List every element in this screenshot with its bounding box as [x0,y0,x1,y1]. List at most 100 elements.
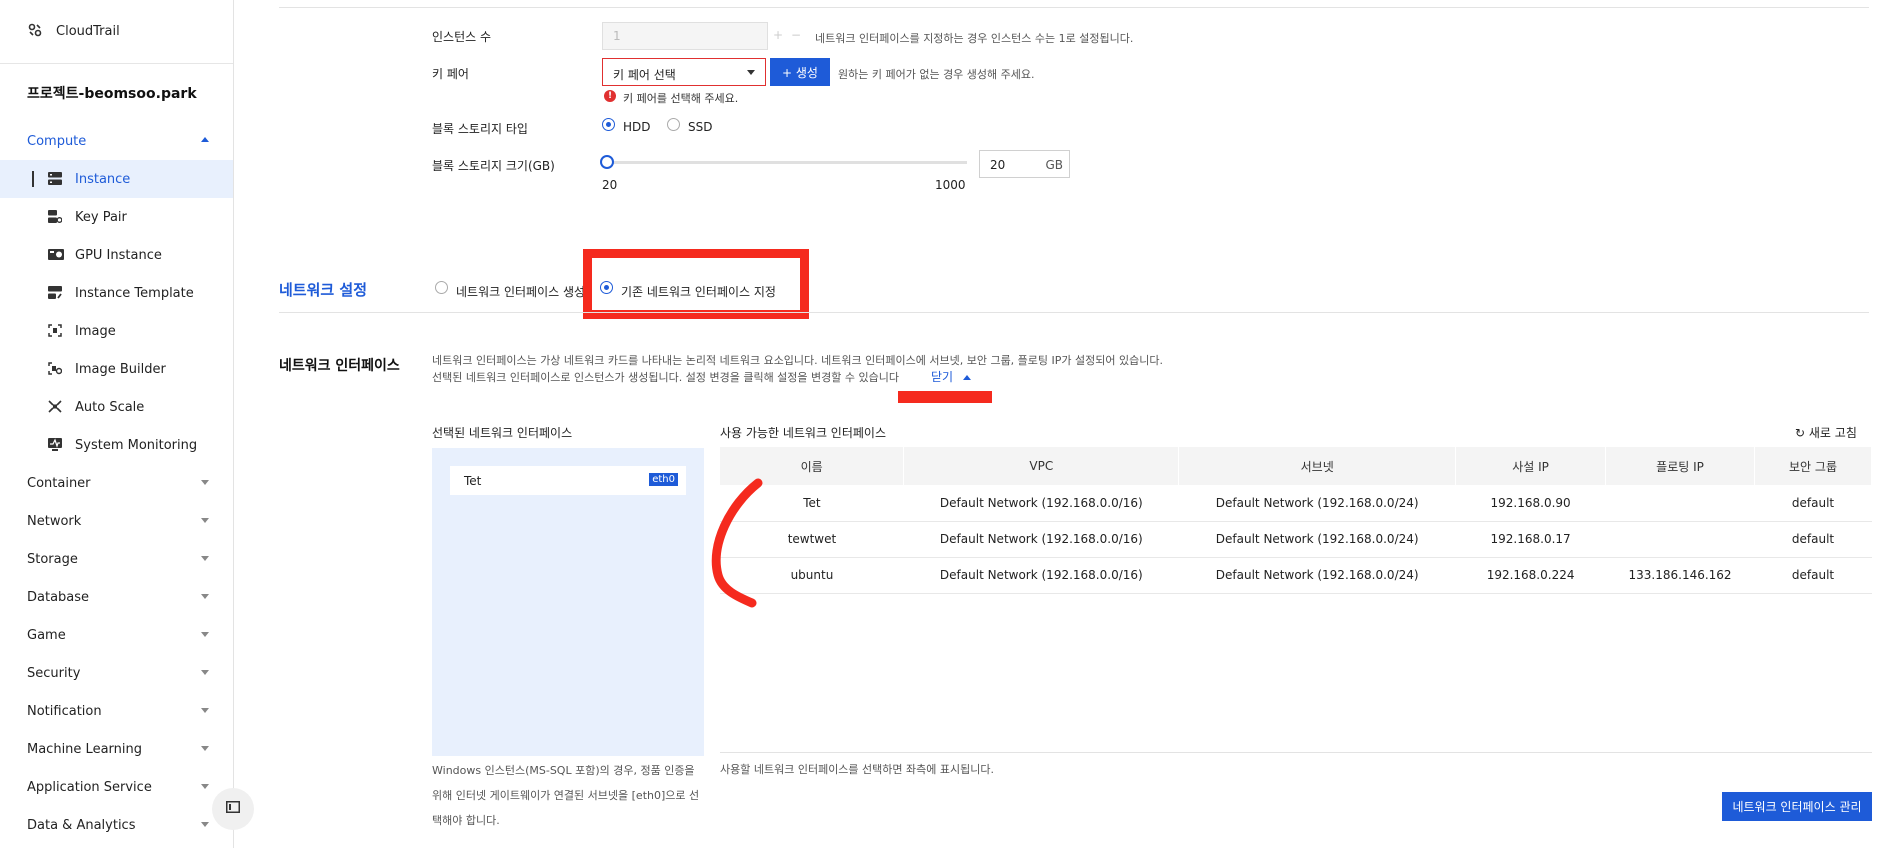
sidebar-item-label: Instance [75,171,131,187]
category-label: Notification [27,703,102,719]
underline-annotation [898,391,992,403]
key-pair-label: 키 페어 [432,67,469,81]
key-pair-select[interactable]: 키 페어 선택 [602,58,766,86]
column-header[interactable]: 보안 그룹 [1754,447,1872,485]
close-link[interactable]: 닫기 [931,368,971,385]
available-interfaces-table: 이름 VPC 서브넷 사설 IP 플로팅 IP 보안 그룹 Tet Defaul… [720,447,1872,594]
cloudtrail-icon [28,23,42,41]
column-header[interactable]: 사설 IP [1455,447,1607,485]
category-label: Machine Learning [27,741,142,757]
chevron-down-icon [201,480,209,485]
image-builder-icon [48,362,63,375]
table-cell [1605,485,1755,522]
sidebar-item-image[interactable]: Image [0,312,233,350]
chevron-down-icon [201,708,209,713]
chevron-down-icon [201,594,209,599]
category-notification[interactable]: Notification [0,692,233,730]
chevron-down-icon [201,784,209,789]
available-interfaces-note: 사용할 네트워크 인터페이스를 선택하면 좌측에 표시됩니다. [720,763,994,776]
storage-size-input[interactable]: 20 GB [979,150,1070,178]
table-row[interactable]: tewtwet Default Network (192.168.0.0/16)… [720,521,1872,558]
table-cell: 192.168.0.17 [1455,521,1606,558]
chevron-up-icon [962,375,971,380]
storage-size-value: 20 [990,158,1006,172]
refresh-button[interactable]: ↻ 새로 고침 [1795,424,1857,441]
sidebar-item-gpu-instance[interactable]: GPU Instance [0,236,233,274]
increment-icon: + [773,28,784,42]
storage-size-slider-thumb[interactable] [600,155,614,169]
category-network[interactable]: Network [0,502,233,540]
table-cell: Default Network (192.168.0.0/16) [903,557,1179,594]
storage-type-hdd-radio[interactable] [602,118,615,131]
category-game[interactable]: Game [0,616,233,654]
auto-scale-icon [48,400,62,413]
sidebar-item-auto-scale[interactable]: Auto Scale [0,388,233,426]
network-interface-title: 네트워크 인터페이스 [279,358,400,374]
selected-interfaces-note: Windows 인스턴스(MS-SQL 포함)의 경우, 정품 인증을 위해 인… [432,764,700,827]
template-icon [48,286,62,299]
gpu-icon [48,248,64,261]
column-header[interactable]: 플로팅 IP [1605,447,1756,485]
sidebar-item-label: Auto Scale [75,399,145,415]
sidebar-item-image-builder[interactable]: Image Builder [0,350,233,388]
table-cell: Default Network (192.168.0.0/16) [903,521,1179,558]
category-machine-learning[interactable]: Machine Learning [0,730,233,768]
category-application-service[interactable]: Application Service [0,768,233,806]
chevron-down-icon [201,632,209,637]
table-row[interactable]: Tet Default Network (192.168.0.0/16) Def… [720,485,1872,522]
sidebar-item-system-monitoring[interactable]: System Monitoring [0,426,233,464]
sidebar-item-label: Key Pair [75,209,127,225]
error-icon: ! [604,90,616,102]
category-compute[interactable]: Compute [0,122,233,160]
manage-interfaces-button[interactable]: 네트워크 인터페이스 관리 [1722,792,1872,821]
project-name[interactable]: 프로젝트-beomsoo.park [0,64,233,122]
top-divider [279,7,1869,8]
storage-size-slider-track[interactable] [600,155,967,169]
eth0-badge: eth0 [649,473,678,486]
chevron-down-icon [201,746,209,751]
network-interface-desc-1: 네트워크 인터페이스는 가상 네트워크 카드를 나타내는 논리적 네트워크 요소… [432,354,1163,367]
category-label: Data & Analytics [27,817,136,833]
chevron-down-icon [201,670,209,675]
table-row[interactable]: ubuntu Default Network (192.168.0.0/16) … [720,557,1872,594]
network-existing-label: 기존 네트워크 인터페이스 지정 [621,285,776,299]
table-cell: default [1754,485,1872,522]
sidebar-item-instance-template[interactable]: Instance Template [0,274,233,312]
key-pair-icon [48,210,63,223]
category-label: Game [27,627,66,643]
sidebar-item-key-pair[interactable]: Key Pair [0,198,233,236]
category-security[interactable]: Security [0,654,233,692]
category-label: Database [27,589,90,605]
chevron-up-icon [201,137,209,142]
column-header[interactable]: VPC [903,447,1180,485]
category-storage[interactable]: Storage [0,540,233,578]
table-cell: default [1754,521,1872,558]
app-header[interactable]: CloudTrail [0,0,233,64]
category-label: Container [27,475,91,491]
selected-interface-name: Tet [464,473,482,488]
column-header[interactable]: 서브넷 [1178,447,1457,485]
key-pair-select-value: 키 페어 선택 [613,68,676,82]
category-data-analytics[interactable]: Data & Analytics [0,806,233,844]
selected-interface-item[interactable]: Tet eth0 [450,466,686,495]
storage-type-ssd-radio[interactable] [667,118,680,131]
selected-interfaces-title: 선택된 네트워크 인터페이스 [432,426,573,440]
chevron-down-icon [201,822,209,827]
category-database[interactable]: Database [0,578,233,616]
network-existing-radio[interactable] [600,281,613,294]
instance-count-help: 네트워크 인터페이스를 지정하는 경우 인스턴스 수는 1로 설정됩니다. [815,32,1134,45]
table-cell: 192.168.0.224 [1455,557,1606,594]
instance-count-value: 1 [613,29,621,43]
network-create-radio[interactable] [435,281,448,294]
category-label: Application Service [27,779,152,795]
sidebar-item-label: Image [75,323,116,339]
create-key-pair-button[interactable]: + 생성 [770,58,830,86]
table-cell: Default Network (192.168.0.0/16) [903,485,1179,522]
category-container[interactable]: Container [0,464,233,502]
category-label: Compute [27,133,87,149]
sidebar-item-instance[interactable]: Instance [0,160,233,198]
chevron-down-icon [201,556,209,561]
category-label: Storage [27,551,78,567]
monitoring-icon [48,438,62,451]
storage-size-unit: GB [1045,158,1063,172]
